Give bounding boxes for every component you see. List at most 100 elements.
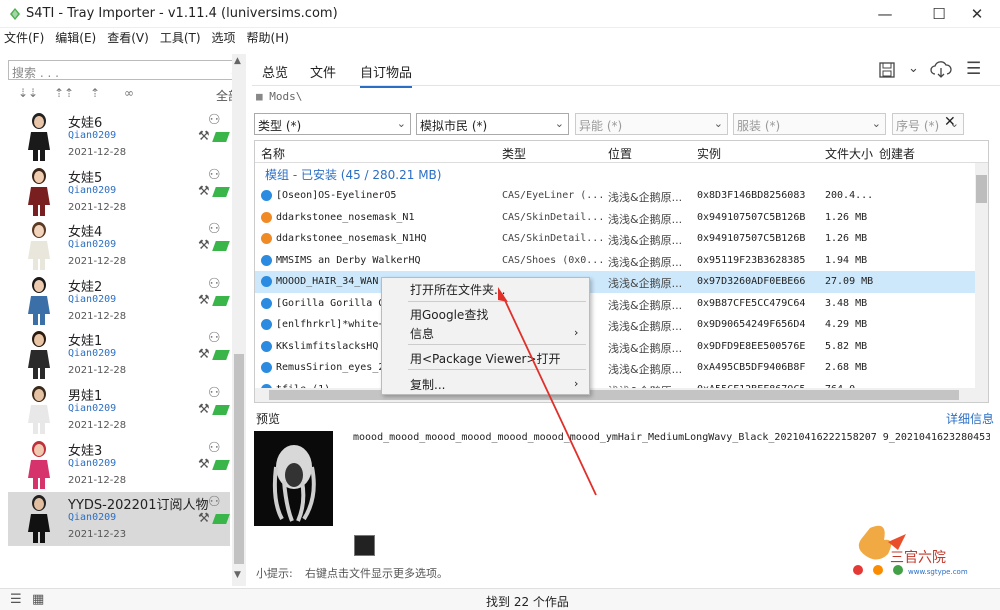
sort-up-icon[interactable]: ⇡ (90, 86, 100, 100)
tray-item[interactable]: 男娃1 Qian0209 2021-12-28 ⚇ ⚒ (8, 383, 230, 437)
created-date: 2021-12-28 (68, 147, 127, 158)
table-row[interactable]: MMSIMS an Derby WalkerHQ CAS/Shoes (0x0..… (255, 250, 975, 272)
table-vscrollbar[interactable] (975, 163, 988, 388)
table-row[interactable]: [enlfhrkrl]*white+g... 浅浅&企鹅原... 0x9D90654… (255, 314, 975, 336)
infinity-icon[interactable]: ∞ (124, 86, 134, 100)
tray-item[interactable]: 女娃2 Qian0209 2021-12-28 ⚇ ⚒ (8, 274, 230, 328)
cell-location: 浅浅&企鹅原... (608, 363, 683, 376)
svg-text:三官六院: 三官六院 (890, 550, 946, 566)
ctx-package-viewer[interactable]: 用<Package Viewer>打开 (410, 350, 560, 367)
status-dot-icon (261, 190, 272, 201)
tab-files[interactable]: 文件 (310, 62, 336, 86)
table-hscroll-thumb[interactable] (269, 390, 959, 400)
tray-item[interactable]: 女娃5 Qian0209 2021-12-28 ⚇ ⚒ (8, 165, 230, 219)
clothing-filter-dropdown[interactable]: 服装 (*) ⌄ (733, 113, 886, 135)
col-type[interactable]: 类型 (502, 145, 526, 162)
table-row[interactable]: [Gorilla Gorilla Go... 浅浅&企鹅原... 0x9B87CFE… (255, 293, 975, 315)
tools-icon: ⚒ (198, 292, 210, 308)
table-row[interactable]: RemusSirion_eyes_26... 浅浅&企鹅原... 0xA495CB5… (255, 357, 975, 379)
scroll-up-icon[interactable]: ▲ (234, 56, 241, 66)
tools-icon: ⚒ (198, 511, 210, 527)
menu-help[interactable]: 帮助(H) (243, 28, 296, 48)
search-box[interactable]: 搜索 . . . ⌕ (8, 60, 244, 80)
created-date: 2021-12-28 (68, 310, 127, 322)
menu-tools[interactable]: 工具(T) (156, 28, 208, 48)
creator-name: Qian0209 (68, 293, 117, 305)
col-instance[interactable]: 实例 (697, 145, 721, 162)
col-location[interactable]: 位置 (608, 145, 632, 162)
ctx-info[interactable]: 信息 (410, 325, 434, 342)
sort-asc-icon[interactable]: ⇡⇡ (54, 86, 74, 100)
table-hscrollbar[interactable] (255, 388, 988, 402)
tab-custom-content[interactable]: 自订物品 (360, 62, 413, 88)
menu-view[interactable]: 查看(V) (103, 28, 156, 48)
type-filter-dropdown[interactable]: 类型 (*) ⌄ (254, 113, 411, 135)
sim-name: YYDS-202201订阅人物 (68, 498, 209, 514)
cell-size: 200.4... (825, 190, 874, 201)
green-tag-icon (212, 295, 230, 306)
menu-options[interactable]: 选项 (208, 28, 243, 48)
table-vscroll-thumb[interactable] (976, 175, 987, 203)
chevron-down-icon: ⌄ (871, 117, 881, 130)
color-swatch[interactable] (354, 535, 375, 556)
ctx-open-folder[interactable]: 打开所在文件夹... (410, 281, 505, 298)
col-creator[interactable]: 创建者 (879, 145, 915, 162)
table-row[interactable]: ddarkstonee_nosemask_N1HQ CAS/SkinDetail.… (255, 228, 975, 250)
tray-item[interactable]: 女娃3 Qian0209 2021-12-28 ⚇ ⚒ (8, 438, 230, 492)
status-dot-icon (261, 233, 272, 244)
creator-name: Qian0209 (68, 239, 117, 251)
sidebar-scroll-thumb[interactable] (234, 354, 244, 564)
simulator-filter-dropdown[interactable]: 模拟市民 (*) ⌄ (416, 113, 569, 135)
col-name[interactable]: 名称 (261, 145, 285, 162)
cell-location: 浅浅&企鹅原... (608, 212, 683, 226)
cell-location: 浅浅&企鹅原... (608, 255, 683, 269)
path-text: Mods\ (269, 90, 303, 103)
tray-item[interactable]: 女娃4 Qian0209 2021-12-28 ⚇ ⚒ (8, 219, 230, 273)
status-dot-icon (261, 276, 272, 287)
hamburger-menu-icon[interactable]: ☰ (966, 59, 981, 79)
tab-overview[interactable]: 总览 (262, 62, 288, 86)
created-date: 2021-12-28 (68, 201, 127, 213)
tray-item[interactable]: 女娃6 Qian0209 2021-12-28 ⚇ ⚒ (8, 110, 230, 164)
sim-name: 女娃4 (68, 225, 103, 241)
tray-item[interactable]: YYDS-202201订阅人物 Qian0209 2021-12-23 ⚇ ⚒ (8, 492, 230, 547)
table-row[interactable]: [Oseon]OS-EyelinerO5 CAS/EyeLiner (... 浅浅&… (255, 185, 975, 207)
tray-item[interactable]: 女娃1 Qian0209 2021-12-28 ⚇ ⚒ (8, 328, 230, 382)
menu-file[interactable]: 文件(F) (0, 28, 51, 48)
watermark-logo-icon: 三官六院 www.sgtype.com (853, 525, 968, 576)
sort-desc-icon[interactable]: ⇣⇣ (18, 86, 38, 100)
close-button[interactable]: ✕ (954, 0, 1000, 28)
cloud-download-icon[interactable] (930, 60, 952, 80)
cell-size: 1.26 MB (825, 233, 868, 244)
simulator-filter-value: 模拟市民 (*) (420, 119, 488, 133)
table-row[interactable]: MOOOD_HAIR_34_WAN P... 浅浅&企鹅原... 0x97D3260… (255, 271, 975, 293)
minimize-button[interactable]: — (862, 0, 908, 28)
created-date: 2021-12-28 (68, 365, 127, 377)
sidebar-scrollbar[interactable]: ▲ ▼ (232, 54, 246, 586)
green-tag-icon (212, 405, 230, 415)
scroll-down-icon[interactable]: ▼ (234, 570, 241, 580)
table-row[interactable]: ddarkstonee_nosemask_N1 CAS/SkinDetail...… (255, 207, 975, 229)
status-dot-icon (261, 340, 272, 352)
col-size[interactable]: 文件大小 (825, 145, 873, 162)
grid-view-icon[interactable]: ▦ (32, 592, 44, 607)
ctx-copy[interactable]: 复制... (410, 376, 445, 393)
cell-instance: 0x8D3F146BD8256083 (697, 190, 806, 201)
cell-size: 27.09 MB (825, 276, 874, 287)
ability-filter-dropdown[interactable]: 异能 (*) ⌄ (575, 113, 728, 135)
household-icon: ⚇ (208, 494, 221, 511)
menu-edit[interactable]: 编辑(E) (51, 28, 103, 48)
created-date: 2021-12-23 (68, 529, 127, 541)
group-header[interactable]: 模组 - 已安装 (45 / 280.21 MB) (265, 166, 441, 183)
save-icon[interactable] (878, 61, 896, 79)
table-row[interactable]: KKslimfitslacksHQ 浅浅&企鹅原... 0x9DFD9E8EE500… (255, 336, 975, 358)
list-view-icon[interactable]: ☰ (10, 592, 22, 607)
chevron-down-icon[interactable]: ⌄ (908, 61, 919, 76)
created-date: 2021-12-28 (68, 256, 127, 268)
clear-filters-icon[interactable]: ✕ (944, 114, 956, 130)
details-link[interactable]: 详细信息 (946, 410, 994, 427)
cell-instance: 0xA495CB5DF9406B8F (697, 362, 806, 373)
ctx-google-search[interactable]: 用Google查找 (410, 306, 488, 323)
cell-instance: 0x95119F23B3628385 (697, 254, 806, 266)
household-icon: ⚇ (208, 439, 221, 456)
